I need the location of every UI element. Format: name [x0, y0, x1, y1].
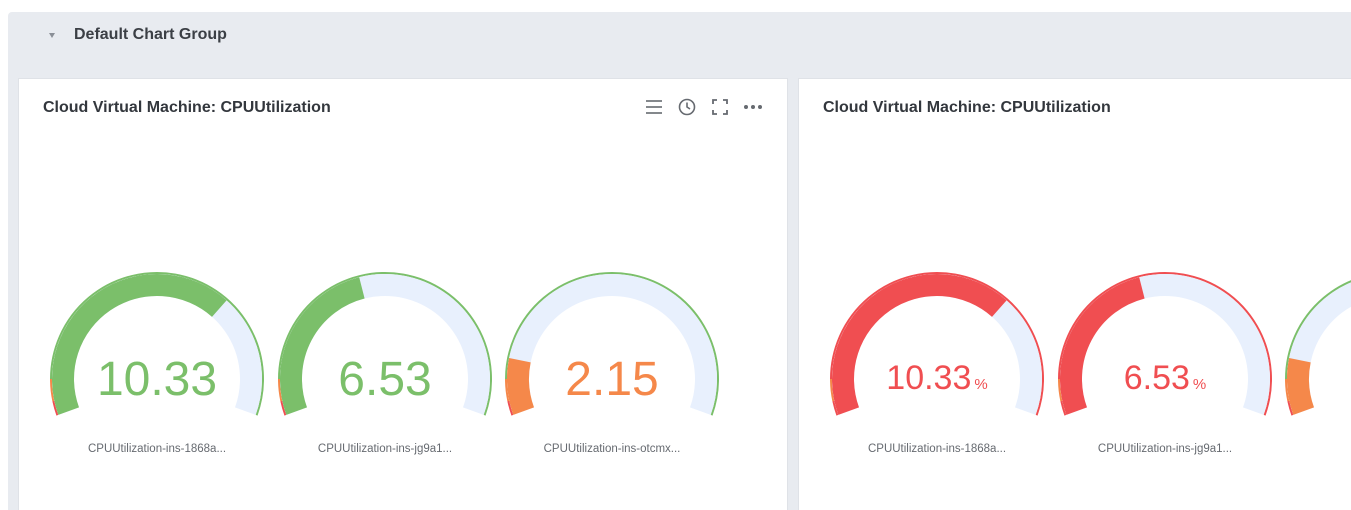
gauge-unit: % [1193, 376, 1206, 393]
gauge-label[interactable]: CPUUtilization-ins-jg9a1... [318, 443, 452, 455]
gauge: 10.33 CPUUtilization-ins-1868a... [50, 272, 264, 455]
chart-panel-2: Cloud Virtual Machine: CPUUtilization 10… [798, 78, 1351, 510]
gauge-value: 10.33% [886, 359, 987, 397]
gauge-row: 10.33 CPUUtilization-ins-1868a... 6.53 CPUU… [50, 272, 719, 455]
gauge-value-arc [1287, 358, 1315, 415]
gauge: 2.15 CPUUtilization-ins-otcmx... [505, 272, 719, 455]
gauge-label[interactable]: CPUUtilization-ins-1868a... [868, 443, 1006, 455]
gauge-value: 6.53 [338, 353, 431, 406]
chart-panel-1: Cloud Virtual Machine: CPUUtilization 10… [18, 78, 788, 510]
gauge-value: 2.15 [565, 353, 658, 406]
gauge-value: 10.33 [97, 353, 217, 406]
chart-group-header[interactable]: Default Chart Group [8, 12, 1351, 58]
gauge-label[interactable]: CPUUtilization-ins-1868a... [88, 443, 226, 455]
gauge: 6.53 CPUUtilization-ins-jg9a1... [278, 272, 492, 455]
chart-group-title: Default Chart Group [74, 26, 227, 43]
gauge-unit: % [974, 376, 987, 393]
gauge-label[interactable]: CPUUtilization-ins-otcmx... [544, 443, 681, 455]
gauge: 6.53 % CPUUtilization-ins-jg9a1... [1058, 272, 1272, 455]
gauge: 10.33 % CPUUtilization-ins-1868a... [830, 272, 1044, 455]
gauge-label[interactable]: CPUUtilization-ins-jg9a1... [1098, 443, 1232, 455]
caret-down-icon[interactable] [49, 32, 55, 38]
gauge-row: 10.33 % CPUUtilization-ins-1868a... 6.53 % CP… [830, 272, 1351, 455]
gauge-value-arc [507, 358, 535, 415]
gauge: CPUUt [1285, 280, 1351, 416]
gauge-value: 6.53% [1124, 359, 1207, 397]
